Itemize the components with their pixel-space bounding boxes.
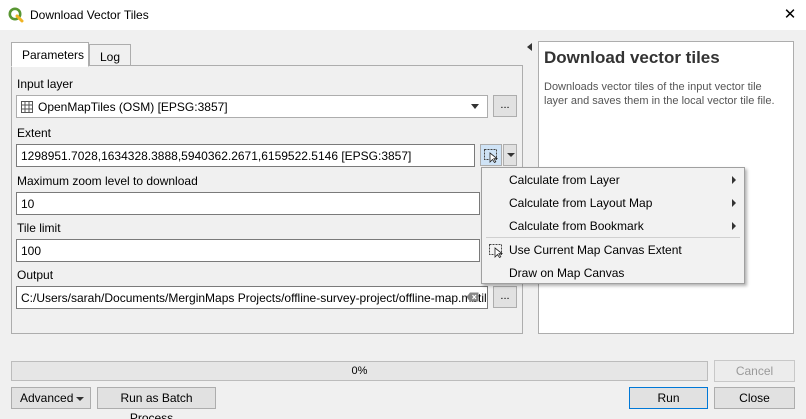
menu-separator — [486, 237, 740, 238]
max-zoom-label: Maximum zoom level to download — [17, 174, 198, 188]
menu-item-use-current-map-canvas-extent[interactable]: Use Current Map Canvas Extent — [482, 239, 744, 261]
close-window-icon[interactable]: ✕ — [778, 4, 802, 26]
output-browse-button[interactable]: ... — [493, 286, 517, 308]
extent-label: Extent — [17, 126, 52, 140]
select-extent-button[interactable] — [480, 144, 502, 166]
tab-log[interactable]: Log — [89, 44, 131, 66]
menu-item-label: Draw on Map Canvas — [509, 266, 625, 280]
output-label: Output — [17, 268, 54, 282]
progress-bar: 0% — [11, 361, 708, 381]
max-zoom-spinbox[interactable]: 10 — [16, 192, 480, 215]
output-file-value: C:/Users/sarah/Documents/MerginMaps Proj… — [21, 291, 488, 305]
chevron-down-icon — [507, 153, 515, 157]
help-title: Download vector tiles — [544, 48, 720, 67]
menu-item-draw-on-map-canvas[interactable]: Draw on Map Canvas — [482, 262, 744, 284]
close-button[interactable]: Close — [714, 387, 795, 409]
advanced-button-label: Advanced — [20, 391, 74, 405]
output-file-input[interactable]: C:/Users/sarah/Documents/MerginMaps Proj… — [16, 286, 488, 309]
progress-text: 0% — [351, 365, 368, 377]
chevron-right-icon — [732, 199, 736, 207]
menu-item-label: Calculate from Layer — [509, 173, 620, 187]
input-layer-value: OpenMapTiles (OSM) [EPSG:3857] — [38, 100, 228, 114]
extent-input[interactable]: 1298951.7028,1634328.3888,5940362.2671,6… — [16, 144, 475, 167]
input-layer-browse-button[interactable]: ... — [493, 95, 517, 117]
chevron-right-icon — [732, 222, 736, 230]
vector-tile-layer-icon — [21, 101, 33, 113]
collapse-help-icon[interactable] — [527, 43, 532, 51]
map-canvas-extent-icon — [489, 244, 504, 258]
input-layer-label: Input layer — [17, 77, 74, 91]
title-bar: Download Vector Tiles ✕ — [0, 0, 806, 30]
map-canvas-extent-icon — [484, 149, 499, 164]
menu-item-calculate-from-layer[interactable]: Calculate from Layer — [482, 169, 744, 191]
run-button[interactable]: Run — [629, 387, 708, 409]
menu-item-label: Calculate from Bookmark — [509, 219, 644, 233]
chevron-down-icon — [471, 104, 479, 109]
extent-context-menu: Calculate from Layer Calculate from Layo… — [481, 167, 745, 284]
chevron-down-icon — [76, 397, 84, 401]
tab-parameters[interactable]: Parameters — [11, 42, 89, 67]
menu-item-calculate-from-bookmark[interactable]: Calculate from Bookmark — [482, 215, 744, 237]
cancel-button[interactable]: Cancel — [714, 360, 795, 382]
advanced-button[interactable]: Advanced — [11, 387, 91, 409]
menu-item-label: Calculate from Layout Map — [509, 196, 653, 210]
qgis-logo-icon — [8, 7, 24, 23]
chevron-right-icon — [732, 176, 736, 184]
menu-item-calculate-from-layout-map[interactable]: Calculate from Layout Map — [482, 192, 744, 214]
input-layer-select[interactable]: OpenMapTiles (OSM) [EPSG:3857] — [16, 95, 488, 118]
menu-item-label: Use Current Map Canvas Extent — [509, 243, 682, 257]
help-body: Downloads vector tiles of the input vect… — [544, 81, 775, 107]
extent-menu-button[interactable] — [503, 144, 517, 166]
clear-field-icon[interactable] — [466, 292, 479, 302]
tile-limit-spinbox[interactable]: 100 — [16, 239, 480, 262]
window-title: Download Vector Tiles — [30, 8, 149, 22]
run-as-batch-button[interactable]: Run as Batch Process... — [97, 387, 216, 419]
tile-limit-label: Tile limit — [17, 221, 61, 235]
